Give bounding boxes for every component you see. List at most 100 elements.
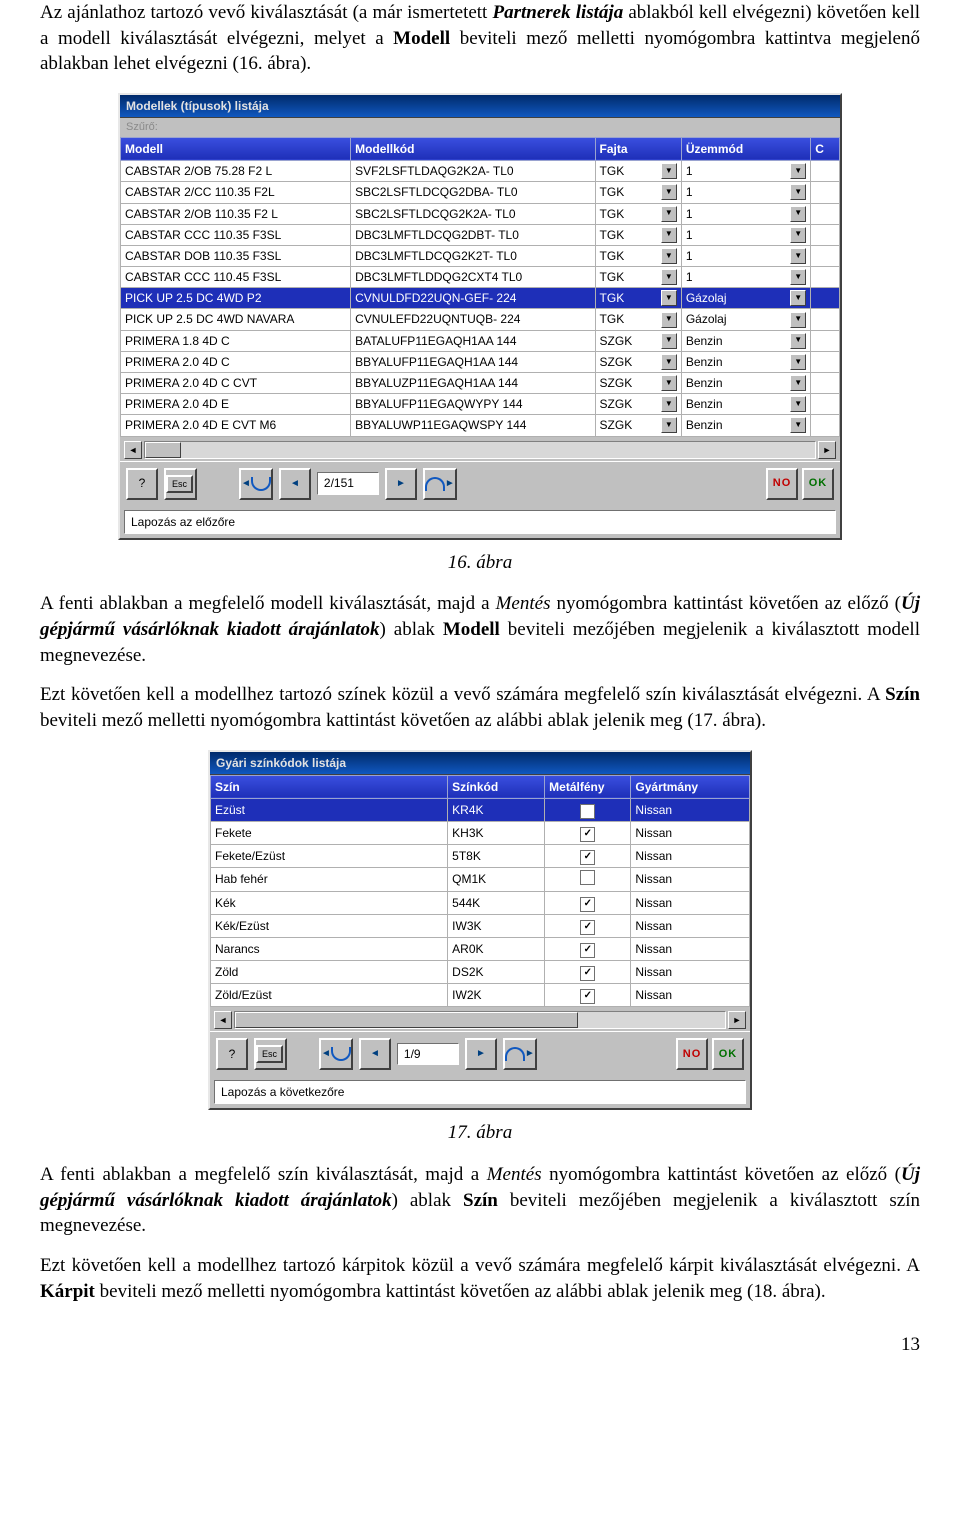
- chevron-down-icon[interactable]: ▼: [661, 396, 677, 412]
- page-prev-button[interactable]: ◄: [319, 1038, 353, 1070]
- table-row[interactable]: Kék/EzüstIW3K✓Nissan: [211, 915, 750, 938]
- table-row[interactable]: ZöldDS2K✓Nissan: [211, 961, 750, 984]
- checkbox-icon[interactable]: ✓: [580, 850, 595, 865]
- record-prev-button[interactable]: ◄: [279, 468, 311, 500]
- help-button[interactable]: ?: [126, 468, 158, 500]
- table-row[interactable]: PICK UP 2.5 DC 4WD NAVARACVNULEFD22UQNTU…: [121, 309, 840, 330]
- checkbox-icon[interactable]: ✓: [580, 989, 595, 1004]
- chevron-down-icon[interactable]: ▼: [790, 163, 806, 179]
- page-number: 13: [40, 1332, 920, 1358]
- scroll-right-icon[interactable]: ►: [728, 1011, 746, 1029]
- chevron-down-icon[interactable]: ▼: [661, 375, 677, 391]
- record-prev-button[interactable]: ◄: [359, 1038, 391, 1070]
- chevron-down-icon[interactable]: ▼: [661, 248, 677, 264]
- horizontal-scrollbar[interactable]: ◄ ►: [210, 1007, 750, 1031]
- ok-button[interactable]: OK: [712, 1038, 744, 1070]
- table-row[interactable]: PRIMERA 2.0 4D C CVTBBYALUZP11EGAQH1AA 1…: [121, 373, 840, 394]
- table-row[interactable]: CABSTAR 2/OB 75.28 F2 LSVF2LSFTLDAQG2K2A…: [121, 161, 840, 182]
- checkbox-icon[interactable]: ✓: [580, 897, 595, 912]
- chevron-down-icon[interactable]: ▼: [790, 354, 806, 370]
- table-row[interactable]: PRIMERA 2.0 4D E CVT M6BBYALUWP11EGAQWSP…: [121, 415, 840, 436]
- chevron-down-icon[interactable]: ▼: [661, 206, 677, 222]
- chevron-down-icon[interactable]: ▼: [661, 227, 677, 243]
- chevron-down-icon[interactable]: ▼: [790, 227, 806, 243]
- cancel-button[interactable]: NO: [766, 468, 798, 500]
- column-header[interactable]: Gyártmány: [631, 775, 750, 798]
- chevron-down-icon[interactable]: ▼: [790, 269, 806, 285]
- scroll-left-icon[interactable]: ◄: [124, 441, 142, 459]
- chevron-down-icon[interactable]: ▼: [790, 396, 806, 412]
- column-header[interactable]: Szín: [211, 775, 448, 798]
- table-row[interactable]: Fekete/Ezüst5T8K✓Nissan: [211, 844, 750, 867]
- chevron-down-icon[interactable]: ▼: [790, 312, 806, 328]
- scroll-right-icon[interactable]: ►: [818, 441, 836, 459]
- table-row[interactable]: CABSTAR 2/OB 110.35 F2 LSBC2LSFTLDCQG2K2…: [121, 203, 840, 224]
- chevron-down-icon[interactable]: ▼: [790, 375, 806, 391]
- page-next-button[interactable]: ►: [503, 1038, 537, 1070]
- table-row[interactable]: CABSTAR 2/CC 110.35 F2LSBC2LSFTLDCQG2DBA…: [121, 182, 840, 203]
- checkbox-icon[interactable]: ✓: [580, 920, 595, 935]
- chevron-down-icon[interactable]: ▼: [661, 290, 677, 306]
- column-header[interactable]: Fajta: [595, 137, 681, 160]
- table-row[interactable]: PICK UP 2.5 DC 4WD P2CVNULDFD22UQN-GEF- …: [121, 288, 840, 309]
- table-row[interactable]: Hab fehérQM1KNissan: [211, 867, 750, 891]
- column-header[interactable]: Üzemmód: [681, 137, 810, 160]
- table-row[interactable]: PRIMERA 2.0 4D EBBYALUFP11EGAQWYPY 144SZ…: [121, 394, 840, 415]
- table-row[interactable]: CABSTAR CCC 110.45 F3SLDBC3LMFTLDDQG2CXT…: [121, 267, 840, 288]
- table-row[interactable]: Kék544K✓Nissan: [211, 892, 750, 915]
- ok-button[interactable]: OK: [802, 468, 834, 500]
- window-title: Modellek (típusok) listája: [120, 95, 840, 118]
- paragraph-1: Az ajánlathoz tartozó vevő kiválasztását…: [40, 0, 920, 77]
- scroll-left-icon[interactable]: ◄: [214, 1011, 232, 1029]
- table-row[interactable]: PRIMERA 1.8 4D CBATALUFP11EGAQH1AA 144SZ…: [121, 330, 840, 351]
- chevron-down-icon[interactable]: ▼: [661, 269, 677, 285]
- figure-16: Modellek (típusok) listája Szűrő: Modell…: [40, 93, 920, 540]
- chevron-down-icon[interactable]: ▼: [790, 333, 806, 349]
- checkbox-icon[interactable]: ✓: [580, 943, 595, 958]
- help-button[interactable]: ?: [216, 1038, 248, 1070]
- table-row[interactable]: PRIMERA 2.0 4D CBBYALUFP11EGAQH1AA 144SZ…: [121, 351, 840, 372]
- record-next-button[interactable]: ►: [465, 1038, 497, 1070]
- column-header[interactable]: Modellkód: [351, 137, 595, 160]
- chevron-down-icon[interactable]: ▼: [790, 248, 806, 264]
- table-row[interactable]: NarancsAR0K✓Nissan: [211, 938, 750, 961]
- chevron-down-icon[interactable]: ▼: [790, 184, 806, 200]
- status-bar: Lapozás az előzőre: [124, 510, 836, 534]
- page-next-button[interactable]: ►: [423, 468, 457, 500]
- chevron-down-icon[interactable]: ▼: [661, 312, 677, 328]
- checkbox-icon[interactable]: [580, 870, 595, 885]
- chevron-down-icon[interactable]: ▼: [790, 417, 806, 433]
- chevron-down-icon[interactable]: ▼: [790, 290, 806, 306]
- chevron-down-icon[interactable]: ▼: [661, 184, 677, 200]
- horizontal-scrollbar[interactable]: ◄ ►: [120, 437, 840, 461]
- paragraph-3: Ezt követően kell a modellhez tartozó sz…: [40, 682, 920, 733]
- table-row[interactable]: CABSTAR CCC 110.35 F3SLDBC3LMFTLDCQG2DBT…: [121, 224, 840, 245]
- window-title: Gyári színkódok listája: [210, 752, 750, 775]
- column-header[interactable]: Színkód: [448, 775, 545, 798]
- cancel-button[interactable]: NO: [676, 1038, 708, 1070]
- escape-button[interactable]: Esc: [254, 1038, 287, 1070]
- checkbox-icon[interactable]: ✓: [580, 827, 595, 842]
- chevron-down-icon[interactable]: ▼: [661, 354, 677, 370]
- chevron-down-icon[interactable]: ▼: [790, 206, 806, 222]
- table-row[interactable]: FeketeKH3K✓Nissan: [211, 821, 750, 844]
- figure-16-caption: 16. ábra: [40, 550, 920, 576]
- paragraph-5: Ezt követően kell a modellhez tartozó ká…: [40, 1253, 920, 1304]
- page-prev-button[interactable]: ◄: [239, 468, 273, 500]
- checkbox-icon[interactable]: ✓: [580, 966, 595, 981]
- checkbox-icon[interactable]: ✓: [580, 804, 595, 819]
- column-header[interactable]: C: [811, 137, 840, 160]
- page-indicator: 2/151: [317, 472, 379, 494]
- chevron-down-icon[interactable]: ▼: [661, 163, 677, 179]
- table-row[interactable]: Zöld/EzüstIW2K✓Nissan: [211, 984, 750, 1007]
- column-header[interactable]: Modell: [121, 137, 351, 160]
- chevron-down-icon[interactable]: ▼: [661, 333, 677, 349]
- chevron-down-icon[interactable]: ▼: [661, 417, 677, 433]
- filter-hint: Szűrő:: [120, 118, 840, 137]
- escape-button[interactable]: Esc: [164, 468, 197, 500]
- column-header[interactable]: Metálfény: [545, 775, 631, 798]
- record-next-button[interactable]: ►: [385, 468, 417, 500]
- table-row[interactable]: EzüstKR4K✓Nissan: [211, 798, 750, 821]
- table-row[interactable]: CABSTAR DOB 110.35 F3SLDBC3LMFTLDCQG2K2T…: [121, 245, 840, 266]
- figure-17-caption: 17. ábra: [40, 1120, 920, 1146]
